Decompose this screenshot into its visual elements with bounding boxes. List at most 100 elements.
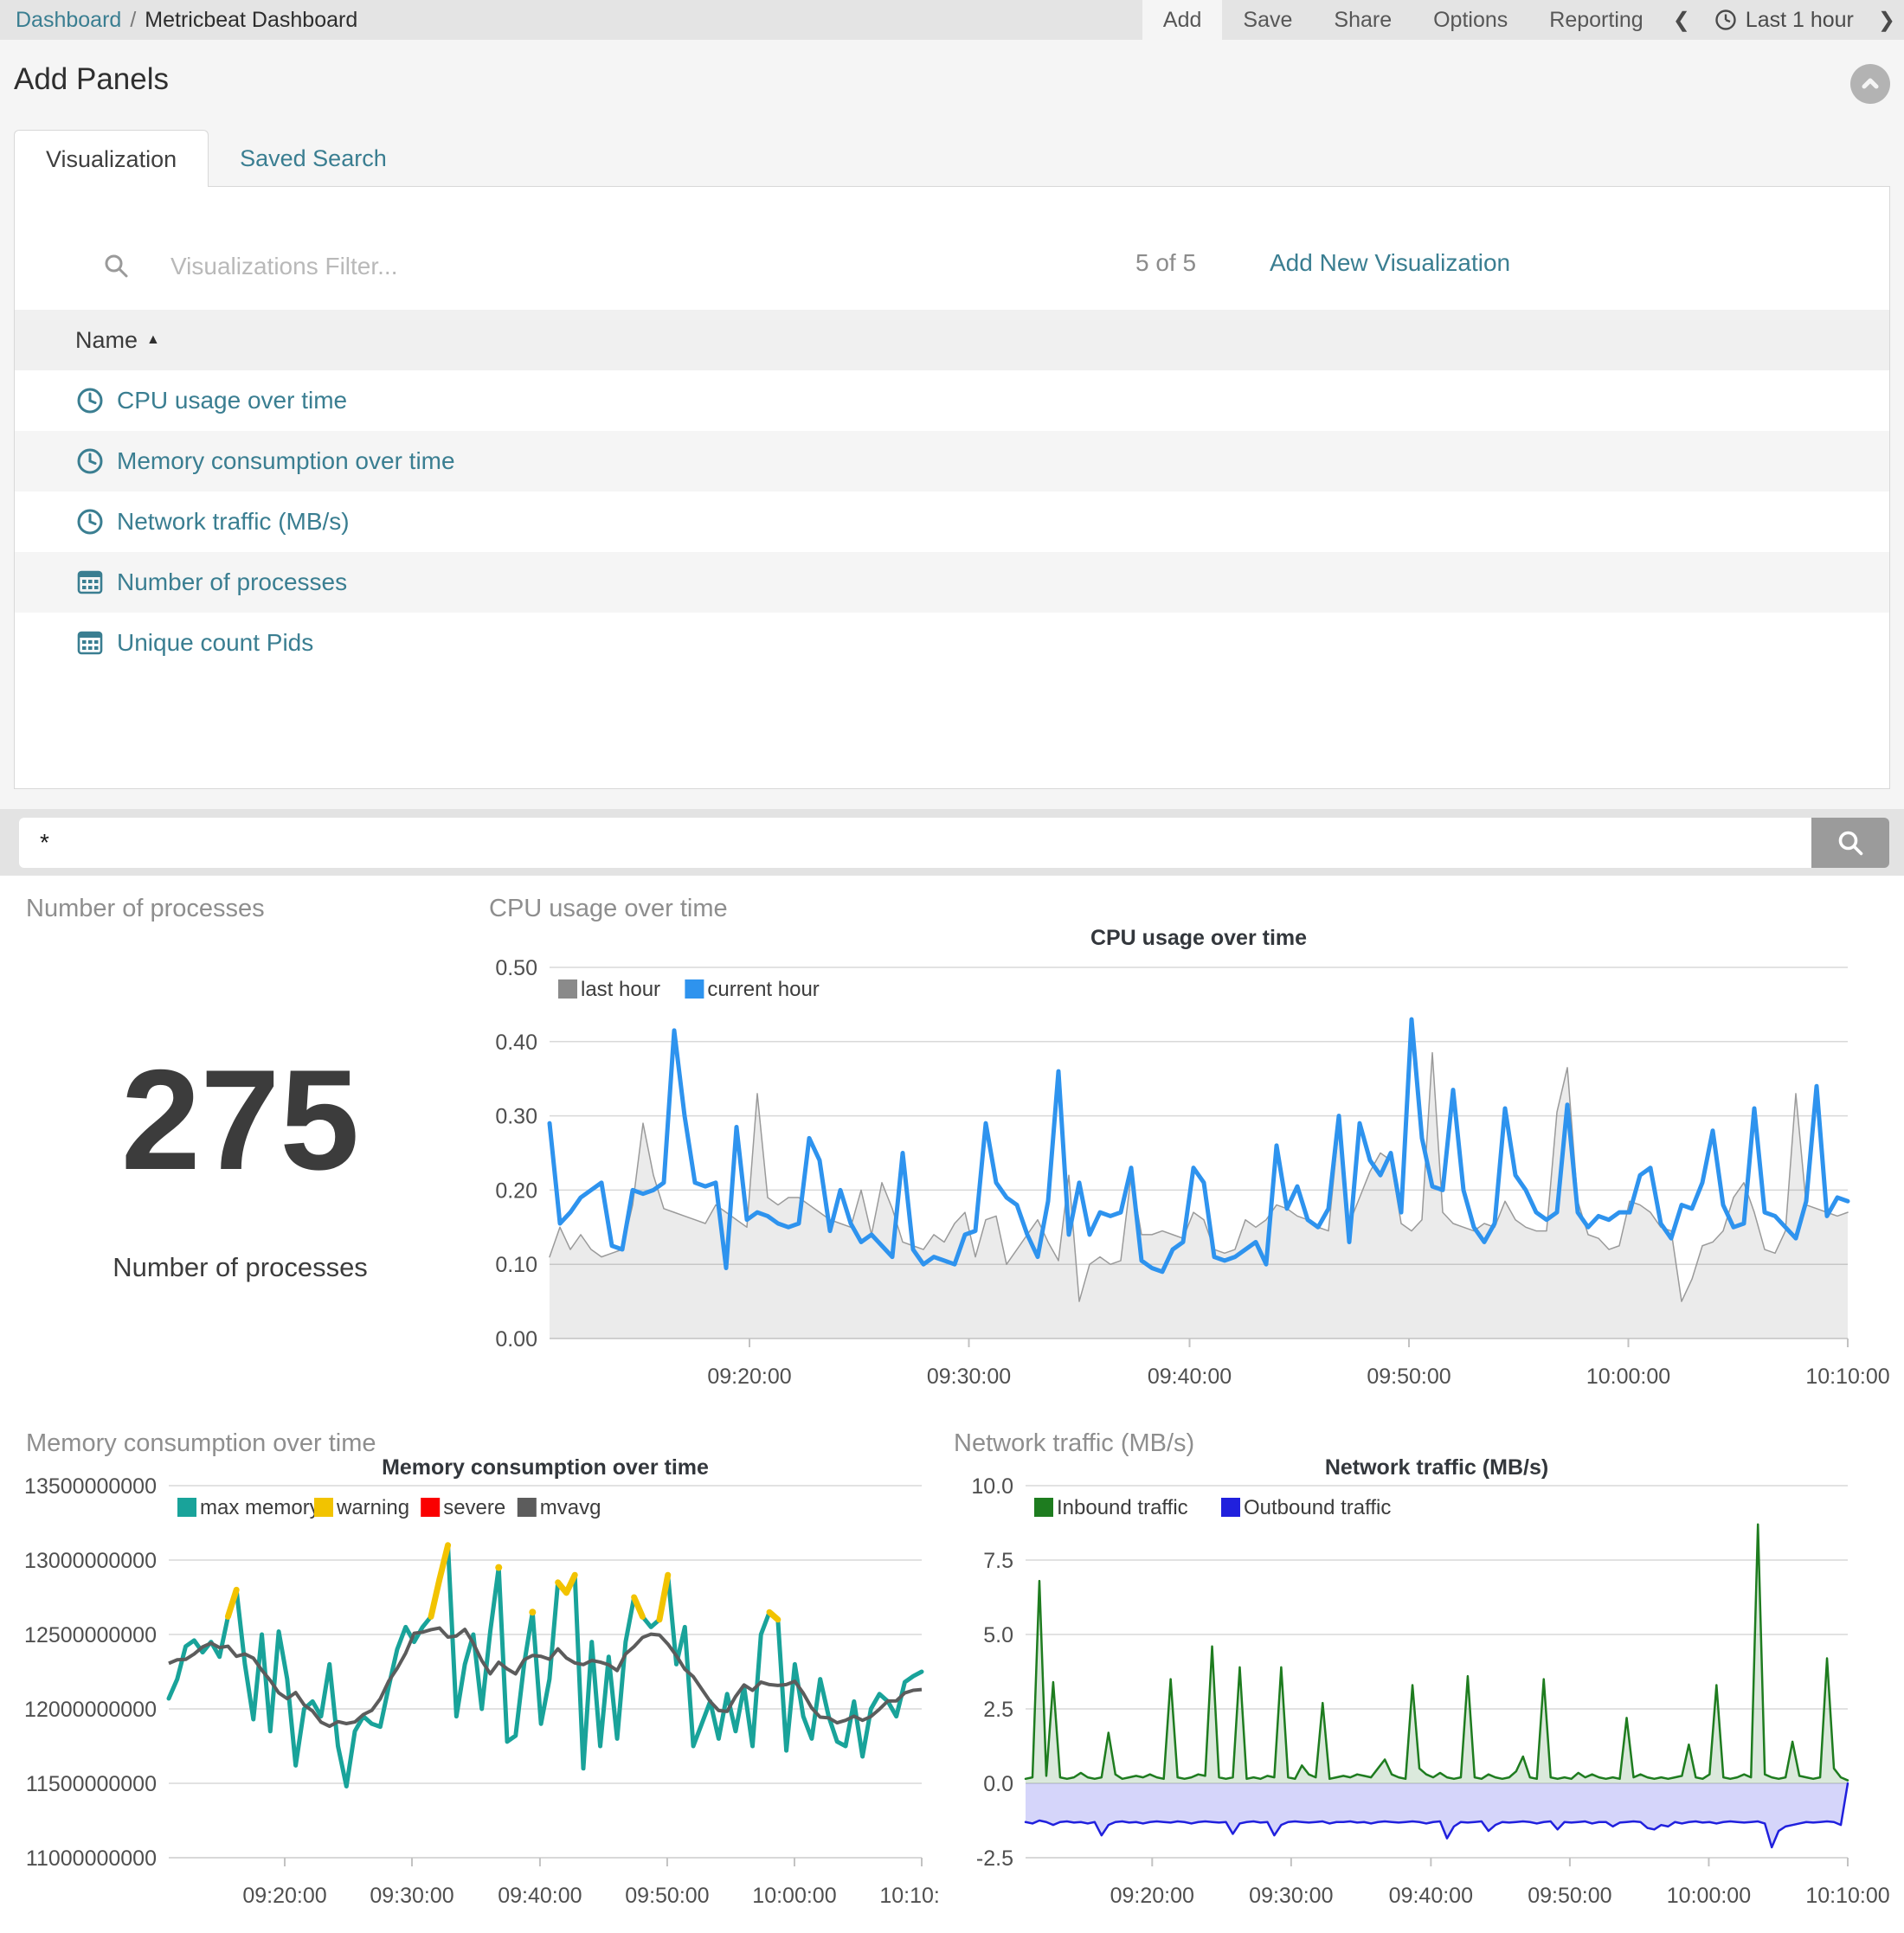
query-search-button[interactable] — [1811, 818, 1889, 868]
time-picker-label: Last 1 hour — [1746, 8, 1854, 33]
breadcrumb-dashboard-link[interactable]: Dashboard — [16, 8, 121, 33]
list-item-memory-consumption[interactable]: Memory consumption over time — [15, 431, 1889, 491]
panel-title-memory-consumption: Memory consumption over time — [26, 1429, 376, 1458]
collapse-panel-button[interactable] — [1850, 64, 1890, 104]
menu-options-button[interactable]: Options — [1412, 0, 1528, 40]
svg-text:0.20: 0.20 — [495, 1178, 537, 1203]
time-back-chevron-icon[interactable]: ❮ — [1664, 0, 1699, 40]
menu-add-button[interactable]: Add — [1142, 0, 1222, 40]
list-item-label: Memory consumption over time — [117, 447, 455, 475]
svg-text:10:00:00: 10:00:00 — [1586, 1365, 1670, 1389]
menu-save-button[interactable]: Save — [1222, 0, 1313, 40]
svg-text:10.0: 10.0 — [971, 1474, 1013, 1499]
list-item-label: CPU usage over time — [117, 387, 347, 414]
svg-text:09:50:00: 09:50:00 — [1528, 1884, 1611, 1908]
svg-text:11000000000: 11000000000 — [26, 1846, 157, 1871]
svg-text:09:30:00: 09:30:00 — [927, 1365, 1011, 1389]
add-new-visualization-link[interactable]: Add New Visualization — [1270, 249, 1510, 277]
svg-text:Outbound traffic: Outbound traffic — [1244, 1496, 1391, 1519]
time-series-icon — [75, 507, 105, 536]
time-forward-chevron-icon[interactable]: ❯ — [1869, 0, 1904, 40]
svg-text:09:30:00: 09:30:00 — [1249, 1884, 1333, 1908]
add-panels-title: Add Panels — [14, 62, 169, 97]
sort-ascending-icon: ▲ — [146, 332, 160, 348]
top-navbar: Dashboard / Metricbeat Dashboard Add Sav… — [0, 0, 1904, 40]
svg-text:severe: severe — [443, 1496, 505, 1519]
breadcrumb-current: Metricbeat Dashboard — [145, 8, 357, 33]
svg-text:11500000000: 11500000000 — [26, 1772, 157, 1796]
svg-text:0.30: 0.30 — [495, 1105, 537, 1129]
dashboard-menu: Add Save Share Options Reporting ❮ Last … — [1142, 0, 1904, 40]
svg-text:10:10:00: 10:10:00 — [879, 1884, 939, 1908]
svg-text:09:40:00: 09:40:00 — [1389, 1884, 1473, 1908]
data-table-icon — [75, 568, 105, 597]
svg-text:13000000000: 13000000000 — [24, 1549, 157, 1573]
data-table-icon — [75, 628, 105, 658]
search-icon — [103, 253, 129, 279]
list-item-network-traffic[interactable]: Network traffic (MB/s) — [15, 491, 1889, 552]
svg-text:10:10:00: 10:10:00 — [1805, 1884, 1889, 1908]
time-picker[interactable]: Last 1 hour — [1699, 0, 1869, 40]
svg-text:7.5: 7.5 — [983, 1549, 1013, 1573]
query-input[interactable] — [19, 818, 1811, 868]
svg-text:09:50:00: 09:50:00 — [1367, 1365, 1451, 1389]
svg-text:Inbound traffic: Inbound traffic — [1057, 1496, 1188, 1519]
svg-text:0.10: 0.10 — [495, 1253, 537, 1277]
menu-reporting-button[interactable]: Reporting — [1528, 0, 1663, 40]
visualization-filter-row: 5 of 5 Add New Visualization — [15, 187, 1889, 310]
svg-text:warning: warning — [336, 1496, 409, 1519]
add-panels-flyout: Add Panels Visualization Saved Search 5 … — [0, 40, 1904, 809]
list-header-name[interactable]: Name ▲ — [15, 310, 1889, 370]
svg-text:13500000000: 13500000000 — [24, 1474, 157, 1499]
visualization-count: 5 of 5 — [1135, 249, 1196, 277]
svg-text:09:20:00: 09:20:00 — [242, 1884, 326, 1908]
svg-text:2.5: 2.5 — [983, 1698, 1013, 1722]
dashboard-grid: Number of processes CPU usage over time … — [0, 876, 1904, 1933]
svg-text:5.0: 5.0 — [983, 1623, 1013, 1647]
svg-text:Network traffic (MB/s): Network traffic (MB/s) — [1325, 1455, 1548, 1480]
list-item-unique-count-pids[interactable]: Unique count Pids — [15, 613, 1889, 673]
svg-text:09:50:00: 09:50:00 — [625, 1884, 709, 1908]
panel-title-network-traffic: Network traffic (MB/s) — [954, 1429, 1194, 1458]
visualizations-filter-input[interactable] — [170, 241, 828, 292]
breadcrumb: Dashboard / Metricbeat Dashboard — [0, 0, 357, 40]
tab-visualization[interactable]: Visualization — [14, 130, 209, 187]
breadcrumb-separator: / — [130, 8, 136, 33]
svg-text:12000000000: 12000000000 — [24, 1698, 157, 1722]
query-bar — [0, 809, 1904, 876]
svg-text:CPU usage over time: CPU usage over time — [1090, 926, 1307, 950]
svg-text:mvavg: mvavg — [540, 1496, 601, 1519]
svg-text:10:00:00: 10:00:00 — [752, 1884, 836, 1908]
svg-text:max memory: max memory — [200, 1496, 320, 1519]
svg-text:-2.5: -2.5 — [976, 1846, 1013, 1871]
add-panels-tabs: Visualization Saved Search — [14, 130, 418, 187]
chevron-up-icon — [1860, 74, 1881, 94]
svg-text:current hour: current hour — [707, 978, 819, 1001]
memory-consumption-chart[interactable]: 13500000000 13000000000 12500000000 1200000… — [0, 1455, 939, 1933]
list-item-cpu-usage[interactable]: CPU usage over time — [15, 370, 1889, 431]
visualization-list-panel: 5 of 5 Add New Visualization Name ▲ CPU … — [14, 186, 1890, 789]
menu-share-button[interactable]: Share — [1313, 0, 1412, 40]
svg-text:09:30:00: 09:30:00 — [370, 1884, 453, 1908]
svg-text:0.0: 0.0 — [983, 1772, 1013, 1796]
time-series-icon — [75, 386, 105, 415]
svg-text:10:00:00: 10:00:00 — [1667, 1884, 1751, 1908]
svg-text:last hour: last hour — [581, 978, 660, 1001]
svg-text:0.50: 0.50 — [495, 956, 537, 980]
list-item-label: Number of processes — [117, 568, 347, 596]
network-traffic-chart[interactable]: 10.07.55.02.50.0-2.509:20:0009:30:0009:4… — [943, 1455, 1904, 1933]
clock-icon — [1714, 9, 1737, 31]
tab-saved-search[interactable]: Saved Search — [209, 130, 418, 187]
cpu-usage-chart[interactable]: 0.500.400.300.200.100.0009:20:0009:30:00… — [485, 919, 1904, 1421]
svg-text:09:20:00: 09:20:00 — [707, 1365, 791, 1389]
name-column-label: Name — [75, 327, 138, 354]
svg-text:0.00: 0.00 — [495, 1327, 537, 1352]
list-item-label: Network traffic (MB/s) — [117, 508, 350, 536]
svg-text:12500000000: 12500000000 — [24, 1623, 157, 1647]
metric-label: Number of processes — [0, 1252, 480, 1283]
metric-value: 275 — [0, 1049, 480, 1191]
svg-text:10:10:00: 10:10:00 — [1805, 1365, 1889, 1389]
svg-text:09:40:00: 09:40:00 — [1148, 1365, 1232, 1389]
panel-title-number-of-processes: Number of processes — [26, 895, 265, 923]
list-item-number-of-processes[interactable]: Number of processes — [15, 552, 1889, 613]
